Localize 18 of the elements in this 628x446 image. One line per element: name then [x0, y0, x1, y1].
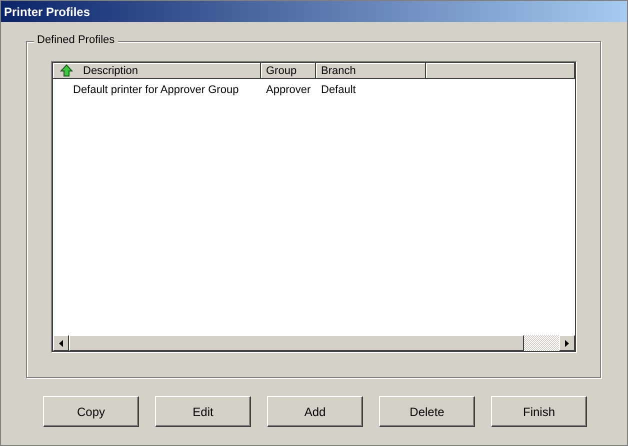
right-arrow-icon — [565, 340, 569, 346]
action-button[interactable]: Copy — [43, 396, 139, 427]
column-header[interactable]: Branch — [316, 63, 426, 79]
action-button[interactable]: Delete — [379, 396, 475, 427]
up-arrow-icon — [60, 64, 73, 77]
action-button[interactable]: Edit — [155, 396, 251, 427]
action-button[interactable]: Add — [267, 396, 363, 427]
column-header[interactable]: Description — [53, 63, 261, 79]
action-button[interactable]: Finish — [491, 396, 587, 427]
column-header[interactable]: Group — [261, 63, 316, 79]
window-title: Printer Profiles — [4, 4, 90, 18]
group-label: Defined Profiles — [34, 34, 118, 46]
scroll-left-button[interactable] — [53, 335, 69, 351]
scroll-right-button[interactable] — [559, 335, 575, 351]
left-arrow-icon — [59, 340, 63, 346]
table-cell-text: Default printer for Approver Group — [72, 84, 240, 96]
table-cell-text: Default — [320, 84, 357, 96]
table-cell-text: Approver — [265, 84, 312, 96]
